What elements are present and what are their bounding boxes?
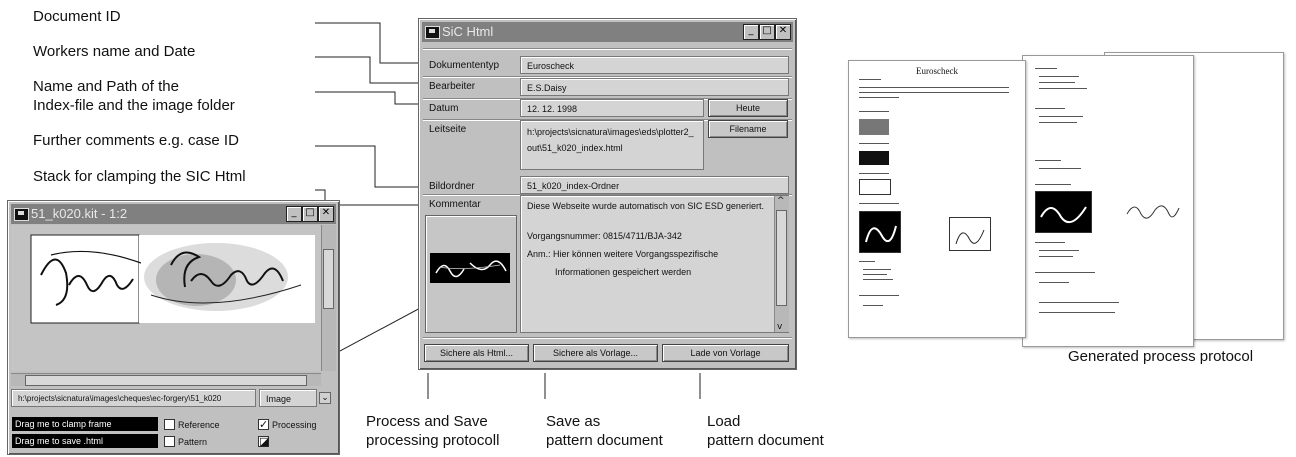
scrollbar-thumb[interactable]: [323, 249, 334, 309]
bearbeiter-label: Bearbeiter: [429, 81, 476, 92]
clamp-drop-zone[interactable]: [425, 215, 517, 333]
drag-clamp-frame[interactable]: Drag me to clamp frame: [12, 417, 158, 431]
save-template-button[interactable]: Sichere als Vorlage...: [533, 344, 658, 362]
processing-alt-checkbox[interactable]: ◪: [258, 436, 269, 447]
protocol-page-2: [1022, 55, 1194, 347]
filename-button[interactable]: Filename: [708, 120, 788, 138]
dokumenttyp-label: Dokumententyp: [429, 60, 500, 71]
kit-title: 51_k020.kit - 1:2: [31, 206, 128, 221]
leitseite-field[interactable]: h:\projects\sicnatura\images\eds\plotter…: [520, 120, 704, 170]
scroll-up-icon[interactable]: ^: [777, 196, 785, 206]
image-horizontal-scrollbar[interactable]: [11, 373, 321, 386]
kommentar-label: Kommentar: [429, 199, 481, 210]
leitseite-value-line2: out\51_k020_index.html: [527, 143, 623, 153]
annotation-save-as-2: pattern document: [546, 432, 663, 449]
minimize-icon[interactable]: _: [743, 24, 759, 40]
kommentar-line2: Vorgangsnummer: 0815/4711/BJA-342: [527, 231, 682, 241]
minimize-icon[interactable]: _: [286, 206, 302, 222]
processing-label: Processing: [272, 420, 317, 430]
kommentar-textarea[interactable]: Diese Webseite wurde automatisch von SIC…: [520, 195, 789, 333]
separator: [423, 337, 792, 338]
kommentar-line3: Anm.: Hier können weitere Vorgangsspezif…: [527, 249, 719, 259]
reference-checkbox[interactable]: [164, 419, 175, 430]
dokumenttyp-field[interactable]: Euroscheck: [520, 56, 789, 74]
close-icon[interactable]: ✕: [318, 206, 334, 222]
datum-label: Datum: [429, 103, 459, 114]
annotation-comments: Further comments e.g. case ID: [33, 132, 239, 149]
separator: [423, 48, 792, 49]
sic-html-window: SiC Html _ □ ✕ Dokumententyp Euroscheck …: [418, 18, 797, 370]
chevron-down-icon[interactable]: ⌄: [319, 392, 331, 404]
image-select[interactable]: Image: [259, 389, 317, 407]
annotation-index-path-1: Name and Path of the: [33, 78, 179, 95]
scrollbar-thumb[interactable]: [25, 375, 307, 386]
scroll-down-icon[interactable]: v: [777, 322, 782, 332]
protocol-signature-4: [949, 217, 991, 251]
annotation-index-path-2: Index-file and the image folder: [33, 97, 235, 114]
app-icon: [14, 208, 29, 221]
drag-save-html[interactable]: Drag me to save .html: [12, 434, 158, 448]
protocol-title: Euroscheck: [916, 66, 958, 76]
leitseite-label: Leitseite: [429, 124, 467, 135]
annotation-generated-protocol: Generated process protocol: [1068, 348, 1254, 365]
image-view[interactable]: [11, 225, 336, 371]
pattern-label: Pattern: [178, 437, 208, 447]
path-field[interactable]: h:\projects\sicnatura\images\cheques\ec-…: [11, 389, 256, 407]
protocol-signature-1: [1035, 191, 1092, 233]
scrollbar-thumb[interactable]: [776, 210, 787, 306]
leitseite-value-line1: h:\projects\sicnatura\images\eds\plotter…: [527, 127, 694, 137]
heute-button[interactable]: Heute: [708, 99, 788, 117]
annotation-stack: Stack for clamping the SIC Html: [33, 168, 246, 185]
kommentar-line4: Informationen gespeichert werden: [555, 267, 692, 277]
signature-thumbnail: [430, 253, 510, 283]
protocol-signature-3: [859, 211, 901, 253]
annotation-document-id: Document ID: [33, 8, 121, 25]
load-template-button[interactable]: Lade von Vorlage: [662, 344, 789, 362]
annotation-process-save-1: Process and Save: [366, 413, 488, 430]
image-vertical-scrollbar[interactable]: [321, 225, 336, 371]
save-html-button[interactable]: Sichere als Html...: [424, 344, 529, 362]
close-icon[interactable]: ✕: [775, 24, 791, 40]
kit-titlebar: 51_k020.kit - 1:2 _ □ ✕: [11, 204, 336, 224]
bildordner-field[interactable]: 51_k020_index-Ordner: [520, 176, 789, 194]
separator: [423, 76, 792, 77]
bearbeiter-field[interactable]: E.S.Daisy: [520, 78, 789, 96]
sic-html-titlebar: SiC Html _ □ ✕: [422, 22, 793, 42]
maximize-icon[interactable]: □: [302, 206, 318, 222]
annotation-save-as-1: Save as: [546, 413, 601, 430]
signature-image: [30, 234, 315, 324]
protocol-signature-2: [1126, 205, 1180, 219]
annotation-load-2: pattern document: [707, 432, 824, 449]
kommentar-scrollbar[interactable]: ^ v: [774, 196, 789, 332]
app-icon: [425, 26, 440, 39]
annotation-workers-name: Workers name and Date: [33, 43, 196, 60]
bildordner-label: Bildordner: [429, 181, 475, 192]
processing-checkbox[interactable]: ✓: [258, 419, 269, 430]
annotation-process-save-2: processing protocoll: [366, 432, 500, 449]
annotation-load-1: Load: [707, 413, 741, 430]
pattern-checkbox[interactable]: [164, 436, 175, 447]
maximize-icon[interactable]: □: [759, 24, 775, 40]
datum-field[interactable]: 12. 12. 1998: [520, 99, 704, 117]
sic-html-title: SiC Html: [442, 24, 494, 39]
kommentar-line1: Diese Webseite wurde automatisch von SIC…: [527, 201, 764, 211]
kit-window: 51_k020.kit - 1:2 _ □ ✕ h:\projects\sicn…: [7, 200, 340, 455]
protocol-page-1: Euroscheck: [848, 60, 1026, 338]
reference-label: Reference: [178, 420, 220, 430]
